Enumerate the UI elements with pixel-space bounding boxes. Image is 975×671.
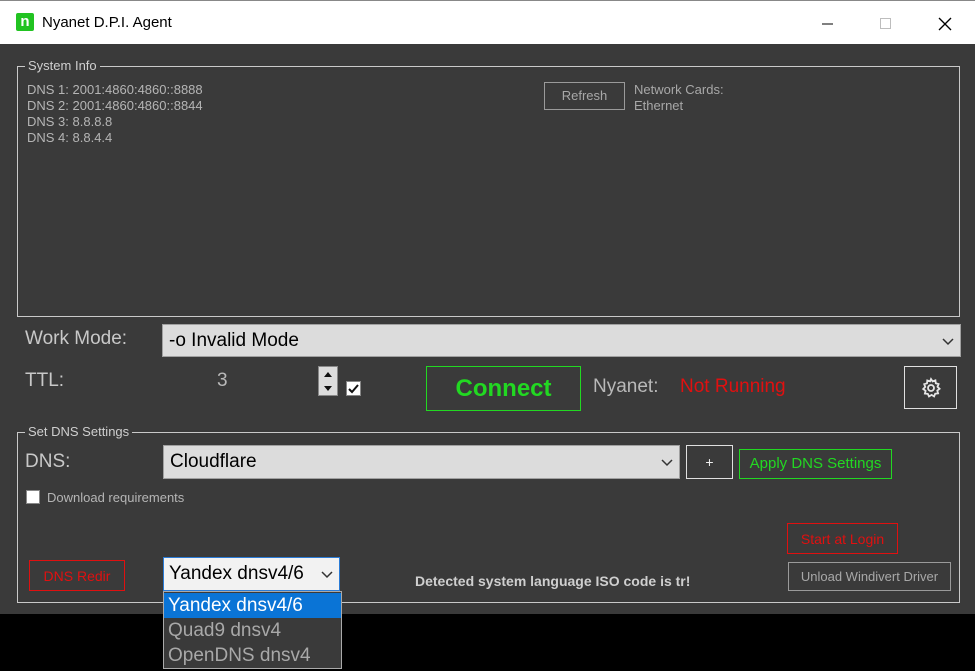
ttl-label: TTL: <box>25 370 65 391</box>
minimize-button[interactable] <box>805 1 851 45</box>
app-logo-icon: n <box>16 13 34 31</box>
dropdown-option-quad9[interactable]: Quad9 dnsv4 <box>164 618 341 643</box>
spinner-down-icon[interactable] <box>322 384 334 393</box>
ttl-checkbox[interactable] <box>346 381 361 396</box>
chevron-down-icon <box>321 571 333 579</box>
work-mode-label: Work Mode: <box>25 328 128 349</box>
dns-line-3: DNS 3: 8.8.8.8 <box>27 114 113 129</box>
add-dns-button[interactable]: + <box>686 445 733 479</box>
chevron-down-icon <box>661 459 673 467</box>
app-window: n Nyanet D.P.I. Agent System Info DNS 1:… <box>0 0 975 614</box>
start-at-login-button[interactable]: Start at Login <box>787 523 898 554</box>
ttl-spinner[interactable] <box>318 366 338 396</box>
close-icon <box>938 17 952 30</box>
settings-button[interactable] <box>904 366 957 409</box>
network-card-item: Ethernet <box>634 98 684 113</box>
checkmark-icon <box>348 384 359 394</box>
dns-line-2: DNS 2: 2001:4860:4860::8844 <box>27 98 203 113</box>
download-requirements-checkbox[interactable] <box>26 490 40 504</box>
dns-select[interactable]: Cloudflare <box>163 445 680 479</box>
work-mode-select[interactable]: -o Invalid Mode <box>162 324 961 357</box>
network-cards-label: Network Cards: <box>634 82 724 97</box>
download-requirements-label: Download requirements <box>47 490 185 505</box>
nyanet-status-label: Nyanet: <box>593 376 659 397</box>
dns-settings-legend: Set DNS Settings <box>25 424 133 439</box>
nyanet-status-value: Not Running <box>680 376 786 397</box>
apply-dns-button[interactable]: Apply DNS Settings <box>739 449 892 479</box>
dns-value: Cloudflare <box>170 451 257 472</box>
dns-redir-value: Yandex dnsv4/6 <box>169 563 304 584</box>
work-mode-value: -o Invalid Mode <box>169 329 299 351</box>
dropdown-option-opendns[interactable]: OpenDNS dnsv4 <box>164 643 341 668</box>
connect-button[interactable]: Connect <box>426 366 581 411</box>
spinner-up-icon[interactable] <box>322 370 334 379</box>
chevron-down-icon <box>942 337 954 345</box>
language-note: Detected system language ISO code is tr! <box>415 573 691 589</box>
dns-line-4: DNS 4: 8.8.4.4 <box>27 130 113 145</box>
system-info-legend: System Info <box>25 58 100 73</box>
dns-line-1: DNS 1: 2001:4860:4860::8888 <box>27 82 203 97</box>
ttl-value[interactable]: 3 <box>217 370 228 392</box>
close-button[interactable] <box>922 1 968 45</box>
window-title: Nyanet D.P.I. Agent <box>42 14 172 31</box>
minimize-icon <box>822 23 833 24</box>
refresh-button[interactable]: Refresh <box>544 82 625 110</box>
dns-label: DNS: <box>25 451 71 472</box>
title-bar: n Nyanet D.P.I. Agent <box>0 0 975 44</box>
dropdown-option-yandex[interactable]: Yandex dnsv4/6 <box>164 593 341 618</box>
unload-windivert-button[interactable]: Unload Windivert Driver <box>788 562 951 591</box>
dns-redir-button[interactable]: DNS Redir <box>29 560 125 591</box>
gear-icon <box>921 377 941 398</box>
maximize-icon <box>880 17 891 29</box>
maximize-button[interactable] <box>863 1 909 45</box>
dns-redir-dropdown-list: Yandex dnsv4/6 Quad9 dnsv4 OpenDNS dnsv4 <box>163 591 342 669</box>
dns-redir-select[interactable]: Yandex dnsv4/6 <box>163 557 340 591</box>
